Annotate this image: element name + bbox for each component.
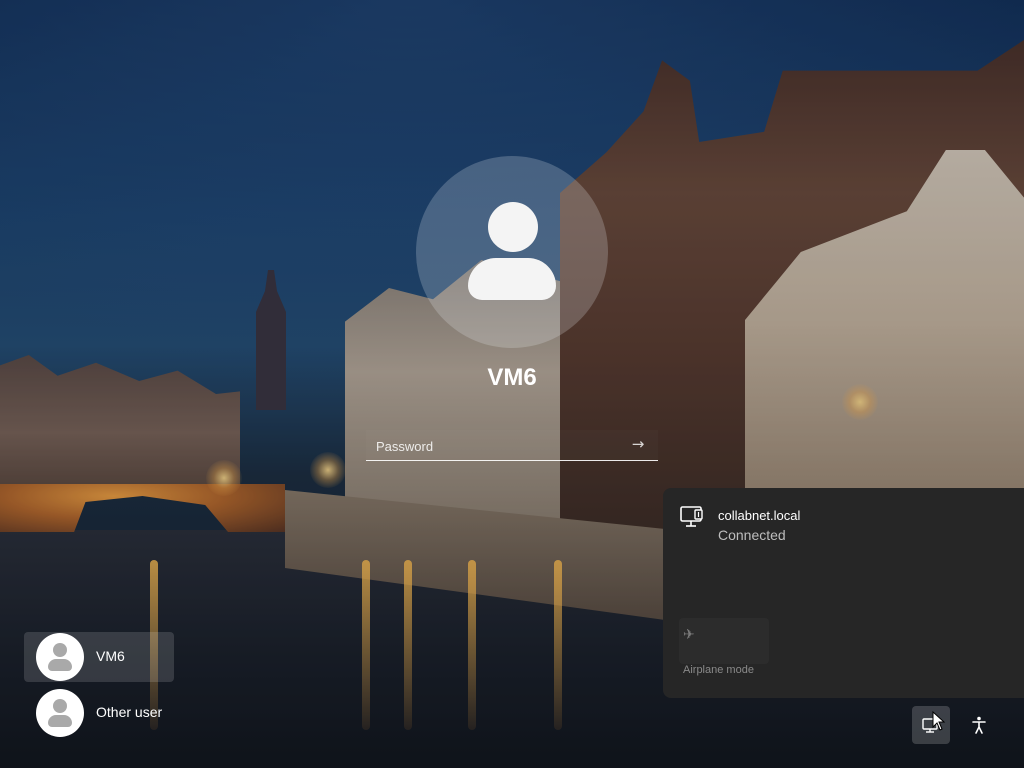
network-name[interactable]: collabnet.local bbox=[718, 508, 800, 523]
network-status: Connected bbox=[718, 527, 786, 543]
username-label: VM6 bbox=[487, 364, 537, 391]
user-avatar-icon bbox=[36, 689, 84, 737]
user-avatar-icon bbox=[36, 633, 84, 681]
user-name: VM6 bbox=[96, 648, 125, 664]
lock-screen: VM6 → VM6 Other user collabnet.local Con… bbox=[0, 0, 1024, 768]
user-name: Other user bbox=[96, 704, 163, 720]
airplane-mode-label: Airplane mode bbox=[683, 664, 754, 676]
user-avatar-large bbox=[416, 156, 608, 348]
airplane-icon: ✈ bbox=[683, 627, 695, 643]
password-field[interactable]: → bbox=[366, 430, 658, 461]
password-input[interactable] bbox=[374, 434, 618, 458]
avatar-head bbox=[488, 202, 538, 252]
accessibility-icon bbox=[972, 716, 986, 734]
mouse-cursor-icon bbox=[932, 711, 946, 731]
submit-arrow-icon[interactable]: → bbox=[628, 434, 648, 454]
accessibility-button[interactable] bbox=[960, 706, 998, 744]
avatar-body bbox=[468, 258, 556, 300]
network-flyout: collabnet.local Connected ✈ Airplane mod… bbox=[663, 488, 1024, 698]
user-list-item-vm6[interactable]: VM6 bbox=[24, 632, 174, 682]
user-list-item-other[interactable]: Other user bbox=[24, 688, 174, 738]
wired-network-icon[interactable] bbox=[679, 504, 705, 530]
